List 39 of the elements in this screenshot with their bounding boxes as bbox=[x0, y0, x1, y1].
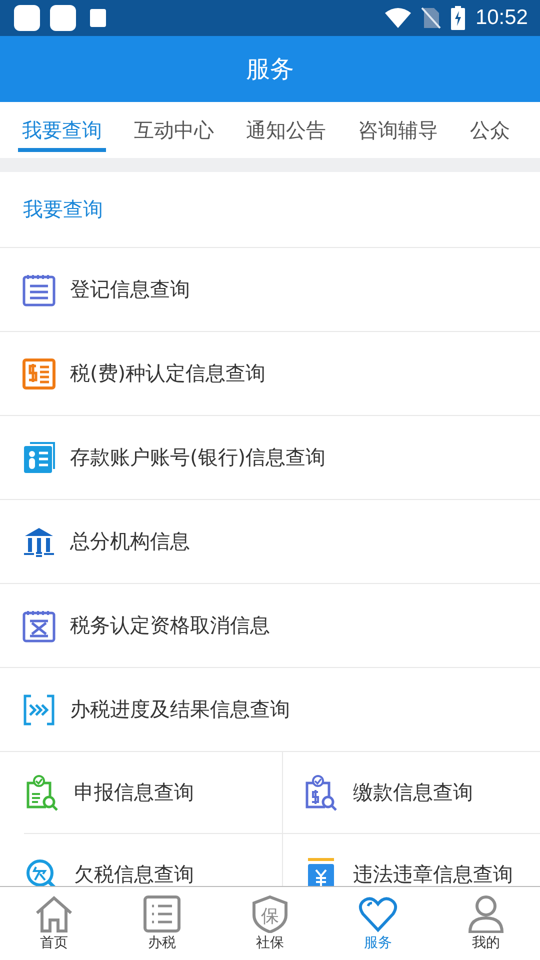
section-title: 我要查询 bbox=[0, 172, 540, 248]
nav-item[interactable]: 我的 bbox=[432, 887, 540, 960]
list-item[interactable]: 税务认定资格取消信息 bbox=[0, 584, 540, 668]
list-icon bbox=[142, 895, 182, 933]
no-sim-icon bbox=[421, 7, 442, 29]
id-card-icon bbox=[22, 440, 56, 474]
tab[interactable]: 咨询辅导 bbox=[354, 102, 442, 152]
nav-item[interactable]: 保 社保 bbox=[216, 887, 324, 960]
wifi-icon bbox=[385, 8, 412, 28]
heart-icon bbox=[358, 895, 398, 933]
arrows-frame-icon bbox=[22, 692, 56, 726]
clipboard-dollar-icon bbox=[303, 774, 339, 810]
dollar-list-icon bbox=[22, 356, 56, 390]
tab[interactable]: 我要查询 bbox=[18, 102, 106, 152]
person-icon bbox=[466, 895, 506, 933]
list-item[interactable]: 存款账户账号(银行)信息查询 bbox=[0, 416, 540, 500]
list-item[interactable]: 登记信息查询 bbox=[0, 248, 540, 332]
notification-icon bbox=[90, 9, 106, 27]
grid-item[interactable]: 申报信息查询 bbox=[24, 752, 283, 834]
notepad-icon bbox=[22, 272, 56, 306]
nav-item[interactable]: 服务 bbox=[324, 887, 432, 960]
nav-item[interactable]: 办税 bbox=[108, 887, 216, 960]
notification-icon bbox=[14, 5, 40, 31]
shield-icon: 保 bbox=[250, 895, 290, 933]
home-icon bbox=[34, 895, 74, 933]
tab[interactable]: 公众 bbox=[466, 102, 514, 152]
app-title: 服务 bbox=[246, 54, 294, 85]
list-item[interactable]: 总分机构信息 bbox=[0, 500, 540, 584]
battery-icon bbox=[451, 6, 466, 30]
grid-item[interactable]: 缴款信息查询 bbox=[283, 752, 540, 834]
status-time: 10:52 bbox=[475, 6, 528, 30]
list-item[interactable]: 办税进度及结果信息查询 bbox=[0, 668, 540, 752]
notepad-cross-icon bbox=[22, 608, 56, 642]
list-item[interactable]: 税(费)种认定信息查询 bbox=[0, 332, 540, 416]
tab[interactable]: 通知公告 bbox=[242, 102, 330, 152]
notification-icon bbox=[50, 5, 76, 31]
clipboard-search-icon bbox=[24, 774, 60, 810]
nav-item[interactable]: 首页 bbox=[0, 887, 108, 960]
tab[interactable]: 互动中心 bbox=[130, 102, 218, 152]
